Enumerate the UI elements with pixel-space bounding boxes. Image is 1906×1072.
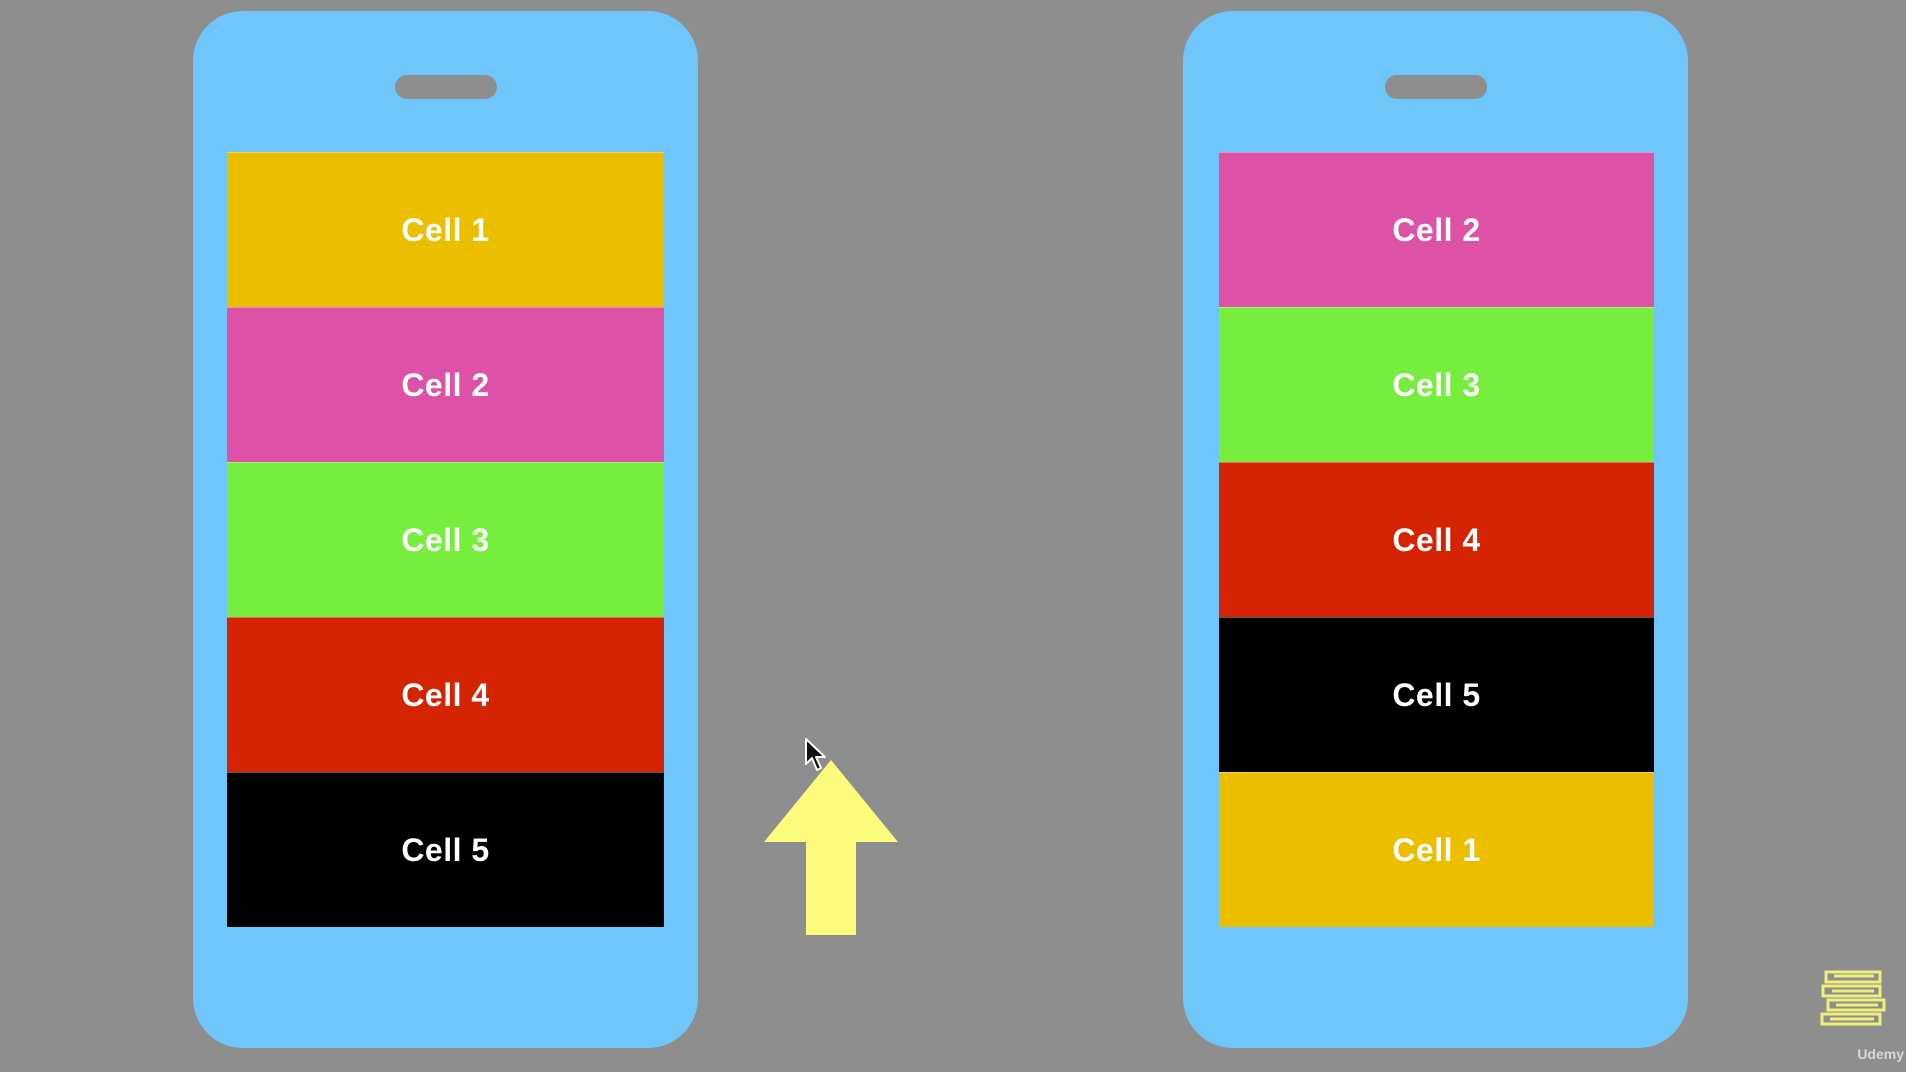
table-cell: Cell 5 [227, 772, 664, 927]
cell-label: Cell 3 [401, 521, 490, 558]
watermark: Udemy [1810, 956, 1906, 1072]
udemy-label: Udemy [1857, 1046, 1904, 1062]
cell-label: Cell 5 [401, 831, 490, 868]
table-cell: Cell 2 [227, 307, 664, 462]
table-cell: Cell 5 [1219, 617, 1654, 772]
cell-label: Cell 4 [401, 676, 490, 713]
cell-label: Cell 1 [401, 211, 490, 248]
table-cell: Cell 4 [1219, 462, 1654, 617]
phone-left: Cell 1 Cell 2 Cell 3 Cell 4 Cell 5 [193, 11, 698, 1048]
books-icon [1820, 970, 1886, 1026]
table-cell: Cell 2 [1219, 152, 1654, 307]
table-view-left: Cell 1 Cell 2 Cell 3 Cell 4 Cell 5 [227, 152, 664, 936]
watermark-label: Udemy [1857, 1046, 1904, 1062]
up-arrow-icon [764, 760, 898, 935]
cell-label: Cell 2 [401, 366, 490, 403]
cell-label: Cell 2 [1392, 211, 1481, 248]
table-cell: Cell 3 [227, 462, 664, 617]
phone-right: Cell 2 Cell 3 Cell 4 Cell 5 Cell 1 [1183, 11, 1688, 1048]
speaker-icon [394, 75, 497, 99]
table-cell: Cell 1 [227, 152, 664, 307]
cell-label: Cell 1 [1392, 831, 1481, 868]
speaker-icon [1384, 75, 1487, 99]
table-cell: Cell 3 [1219, 307, 1654, 462]
cell-label: Cell 3 [1392, 366, 1481, 403]
arrow-shape [764, 760, 898, 935]
cell-label: Cell 4 [1392, 521, 1481, 558]
table-cell: Cell 4 [227, 617, 664, 772]
mouse-cursor-icon [805, 738, 826, 771]
cell-label: Cell 5 [1392, 676, 1481, 713]
table-view-right: Cell 2 Cell 3 Cell 4 Cell 5 Cell 1 [1219, 152, 1654, 936]
table-cell: Cell 1 [1219, 772, 1654, 927]
